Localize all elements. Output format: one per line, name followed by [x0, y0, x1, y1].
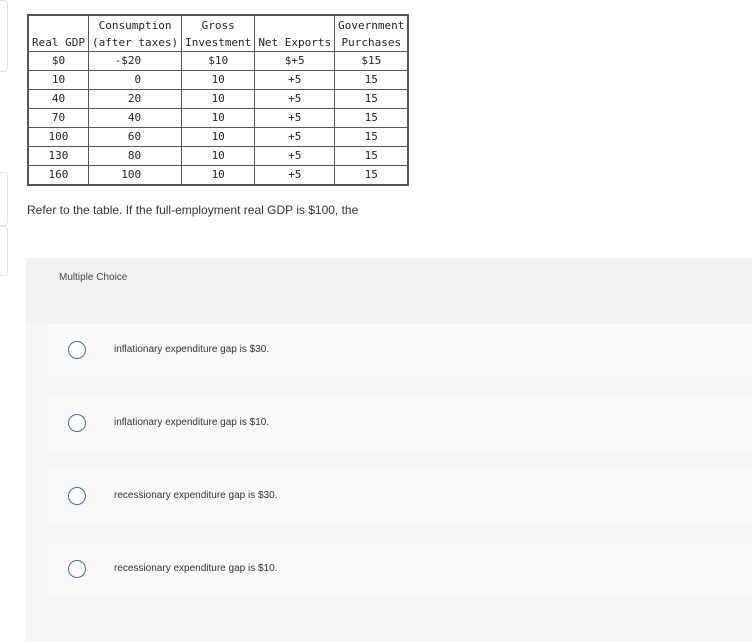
column-header: Net Exports [254, 14, 336, 52]
table-row: $0 -$20 $10 $+5 $15 [27, 51, 409, 71]
radio-icon[interactable] [68, 560, 86, 578]
table-cell: -$20 [87, 51, 183, 71]
table-cell: 10 [181, 108, 256, 128]
table-cell: 0 [87, 70, 183, 90]
table-row: 130 80 10 +5 15 [27, 146, 409, 166]
table-cell: 15 [334, 89, 409, 109]
column-header: Government Purchases [334, 14, 409, 52]
table-cell: 15 [334, 146, 409, 166]
options-list: inflationary expenditure gap is $30. inf… [26, 324, 752, 642]
table-row: 40 20 10 +5 15 [27, 89, 409, 109]
table-cell: 10 [27, 70, 89, 90]
multiple-choice-panel: Multiple Choice inflationary expenditure… [26, 258, 752, 642]
table-cell: 10 [181, 165, 256, 186]
table-cell: 10 [181, 70, 256, 90]
question-text: Refer to the table. If the full-employme… [27, 203, 359, 217]
column-header: Gross Investment [181, 14, 256, 52]
table-cell: 15 [334, 108, 409, 128]
radio-icon[interactable] [68, 414, 86, 432]
table-cell: +5 [254, 89, 336, 109]
option-1[interactable]: inflationary expenditure gap is $30. [47, 324, 752, 377]
table-row: 70 40 10 +5 15 [27, 108, 409, 128]
table-cell: 10 [181, 127, 256, 147]
table-cell: 70 [27, 108, 89, 128]
table-cell: 60 [87, 127, 183, 147]
option-label: inflationary expenditure gap is $30. [114, 344, 270, 355]
table-cell: 80 [87, 146, 183, 166]
table-cell: 10 [181, 146, 256, 166]
table-cell: 130 [27, 146, 89, 166]
option-2[interactable]: inflationary expenditure gap is $10. [47, 397, 752, 450]
table-cell: 20 [87, 89, 183, 109]
table-cell: +5 [254, 146, 336, 166]
side-panel-edge [0, 226, 8, 276]
option-3[interactable]: recessionary expenditure gap is $30. [47, 470, 752, 523]
side-panel-edge [0, 172, 8, 226]
table-cell: $10 [181, 51, 256, 71]
column-header: Consumption (after taxes) [87, 14, 183, 52]
table-cell: +5 [254, 165, 336, 186]
table-row: 10 0 10 +5 15 [27, 70, 409, 90]
table-cell: $15 [334, 51, 409, 71]
table-cell: 15 [334, 70, 409, 90]
option-4[interactable]: recessionary expenditure gap is $10. [47, 543, 752, 596]
column-header: Real GDP [27, 14, 89, 52]
multiple-choice-label: Multiple Choice [59, 272, 128, 283]
table-cell: 100 [87, 165, 183, 186]
table-cell: 160 [27, 165, 89, 186]
table-row: 160 100 10 +5 15 [27, 165, 409, 186]
table-cell: 10 [181, 89, 256, 109]
option-label: inflationary expenditure gap is $10. [114, 417, 270, 428]
option-label: recessionary expenditure gap is $30. [114, 490, 278, 501]
data-table: Real GDP Consumption (after taxes) Gross Inv… [27, 14, 410, 186]
table-cell: $+5 [254, 51, 336, 71]
table-cell: 40 [87, 108, 183, 128]
table-cell: +5 [254, 70, 336, 90]
table-cell: 15 [334, 127, 409, 147]
table-cell: 40 [27, 89, 89, 109]
table-cell: 15 [334, 165, 409, 186]
table-cell: $0 [27, 51, 89, 71]
option-label: recessionary expenditure gap is $10. [114, 563, 278, 574]
side-panel-edge [0, 0, 8, 72]
table-cell: +5 [254, 127, 336, 147]
table-row: 100 60 10 +5 15 [27, 127, 409, 147]
table-cell: +5 [254, 108, 336, 128]
radio-icon[interactable] [68, 341, 86, 359]
radio-icon[interactable] [68, 487, 86, 505]
table-cell: 100 [27, 127, 89, 147]
